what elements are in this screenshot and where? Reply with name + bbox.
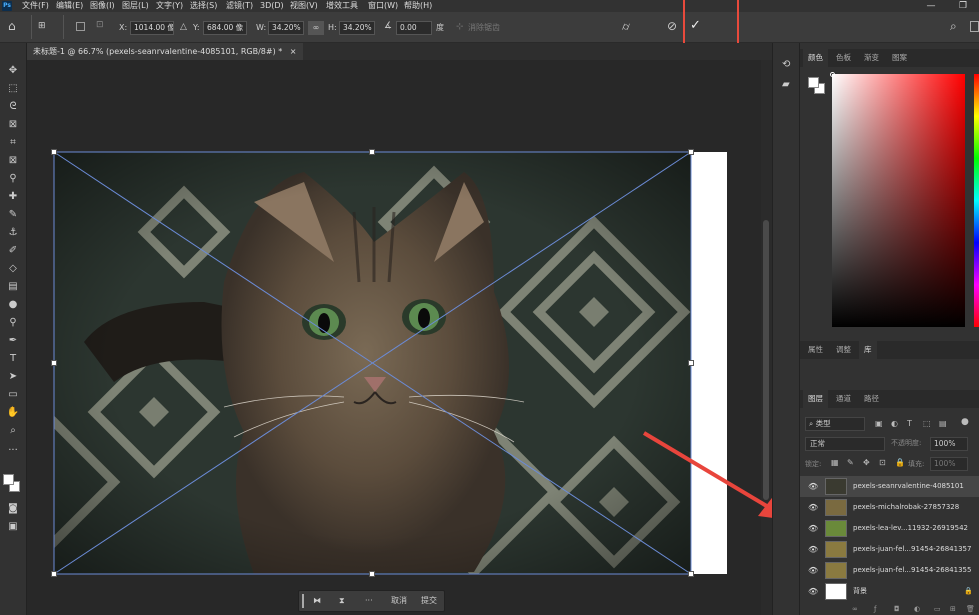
blend-mode-select[interactable]: 正常 <box>805 437 885 451</box>
layer-filter-label: 类型 <box>815 419 831 428</box>
new-group-icon[interactable]: ▭ <box>934 605 941 613</box>
adjustment-layer-icon[interactable]: ◐ <box>914 605 920 613</box>
flip-vertical-icon[interactable]: ⧗ <box>339 591 345 611</box>
tab-libraries[interactable]: 库 <box>859 341 877 359</box>
fx-icon[interactable]: ƒ <box>874 605 876 613</box>
layer-thumbnail <box>825 478 847 495</box>
tab-channels[interactable]: 通道 <box>831 390 856 408</box>
history-panel-icon[interactable]: ⟲ <box>782 59 790 70</box>
layer-name: 背景 <box>853 587 867 595</box>
visibility-eye-icon[interactable]: 👁 <box>808 539 818 560</box>
panel-icon-strip: ⟲ ▰ <box>772 43 800 615</box>
lock-transparency-icon[interactable]: ▦ <box>831 458 839 467</box>
contextual-task-bar: ⧓ ⧗ ··· 取消 提交 <box>298 590 445 612</box>
filter-toggle-icon[interactable]: ● <box>961 417 969 427</box>
more-options-icon[interactable]: ··· <box>365 591 373 611</box>
lock-icon: 🔒 <box>964 587 973 595</box>
visibility-eye-icon[interactable]: 👁 <box>808 497 818 518</box>
commit-button[interactable]: 提交 <box>421 591 437 611</box>
filter-shape-icon[interactable]: ⬚ <box>923 419 931 428</box>
cancel-button[interactable]: 取消 <box>391 591 407 611</box>
layers-panel-tabs: 图层 通道 路径 <box>800 390 979 408</box>
layer-thumbnail <box>825 541 847 558</box>
layer-thumbnail <box>825 583 847 600</box>
tab-patterns[interactable]: 图案 <box>887 49 912 67</box>
drag-handle[interactable] <box>302 594 304 608</box>
new-layer-icon[interactable]: ⊞ <box>950 605 956 613</box>
transform-handle[interactable] <box>369 571 375 577</box>
filter-adjustment-icon[interactable]: ◐ <box>891 419 898 428</box>
visibility-eye-icon[interactable]: 👁 <box>808 560 818 581</box>
layer-thumbnail <box>825 499 847 516</box>
lock-pixels-icon[interactable]: ✎ <box>847 458 854 467</box>
link-layers-icon[interactable]: ∞ <box>852 605 858 613</box>
tab-adjustments[interactable]: 调整 <box>831 341 856 359</box>
flip-horizontal-icon[interactable]: ⧓ <box>313 591 321 611</box>
lock-position-icon[interactable]: ✥ <box>863 458 870 467</box>
filter-type-icon[interactable]: T <box>907 419 912 428</box>
tab-properties[interactable]: 属性 <box>803 341 828 359</box>
layer-row[interactable]: 👁 背景 🔒 <box>800 581 979 602</box>
layer-row[interactable]: 👁 pexels-juan-fel...91454-26841357 <box>800 539 979 560</box>
fill-label: 填充: <box>908 460 925 468</box>
lock-label: 锁定: <box>805 460 822 468</box>
transform-handle[interactable] <box>51 149 57 155</box>
fill-field[interactable]: 100% <box>930 457 968 471</box>
layer-name: pexels-lea-lev...11932-26919542 <box>853 524 968 532</box>
foreground-color-swatch[interactable] <box>3 474 14 485</box>
color-panel-tabs: 颜色 色板 渐变 图案 <box>800 49 979 67</box>
transform-handle[interactable] <box>688 571 694 577</box>
color-picker-field[interactable] <box>832 74 965 327</box>
color-picker-cursor[interactable] <box>830 72 835 77</box>
tab-swatches[interactable]: 色板 <box>831 49 856 67</box>
transform-handle[interactable] <box>51 360 57 366</box>
hue-slider[interactable] <box>974 74 979 327</box>
tab-color[interactable]: 颜色 <box>803 49 828 67</box>
tab-gradients[interactable]: 渐变 <box>859 49 884 67</box>
visibility-eye-icon[interactable]: 👁 <box>808 476 818 497</box>
lock-artboard-icon[interactable]: ⊡ <box>879 458 886 467</box>
layer-row[interactable]: 👁 pexels-lea-lev...11932-26919542 <box>800 518 979 539</box>
annotation-arrow-line <box>642 431 772 510</box>
layer-name: pexels-juan-fel...91454-26841355 <box>853 566 972 574</box>
comments-panel-icon[interactable]: ▰ <box>782 79 790 90</box>
add-mask-icon[interactable]: ◘ <box>894 605 900 613</box>
foreground-color-chip[interactable] <box>808 77 819 88</box>
lock-all-icon[interactable]: 🔒 <box>895 458 905 467</box>
blend-mode-value: 正常 <box>810 439 825 448</box>
filter-pixel-icon[interactable]: ▣ <box>875 419 883 428</box>
layer-thumbnail <box>825 520 847 537</box>
layer-row[interactable]: 👁 pexels-michalrobak-27857328 <box>800 497 979 518</box>
transform-handle[interactable] <box>688 360 694 366</box>
opacity-field[interactable]: 100% <box>930 437 968 451</box>
tab-paths[interactable]: 路径 <box>859 390 884 408</box>
props-panel-tabs: 属性 调整 库 <box>800 341 979 359</box>
delete-layer-icon[interactable]: 🗑 <box>966 605 975 613</box>
layer-thumbnail <box>825 562 847 579</box>
visibility-eye-icon[interactable]: 👁 <box>808 581 818 602</box>
layer-row[interactable]: 👁 pexels-juan-fel...91454-26841355 <box>800 560 979 581</box>
search-icon: ⌕ <box>809 419 816 428</box>
right-panel: 颜色 色板 渐变 图案 属性 调整 库 图层 通道 路径 ⌕ 类型 ▣ ◐ T … <box>800 43 979 615</box>
opacity-label: 不透明度: <box>891 439 922 447</box>
transform-handle[interactable] <box>51 571 57 577</box>
transform-handle[interactable] <box>369 149 375 155</box>
filter-smart-object-icon[interactable]: ▤ <box>939 419 947 428</box>
layer-name: pexels-michalrobak-27857328 <box>853 503 960 511</box>
transform-handle[interactable] <box>688 149 694 155</box>
layer-row[interactable]: 👁 pexels-seanrvalentine-4085101 <box>800 476 979 497</box>
visibility-eye-icon[interactable]: 👁 <box>808 518 818 539</box>
layer-filter-select[interactable]: ⌕ 类型 <box>805 417 865 431</box>
layer-name: pexels-juan-fel...91454-26841357 <box>853 545 972 553</box>
layers-footer: ∞ ƒ ◘ ◐ ▭ ⊞ 🗑 <box>800 605 979 615</box>
layer-name: pexels-seanrvalentine-4085101 <box>853 482 964 490</box>
tab-layers[interactable]: 图层 <box>803 390 828 408</box>
